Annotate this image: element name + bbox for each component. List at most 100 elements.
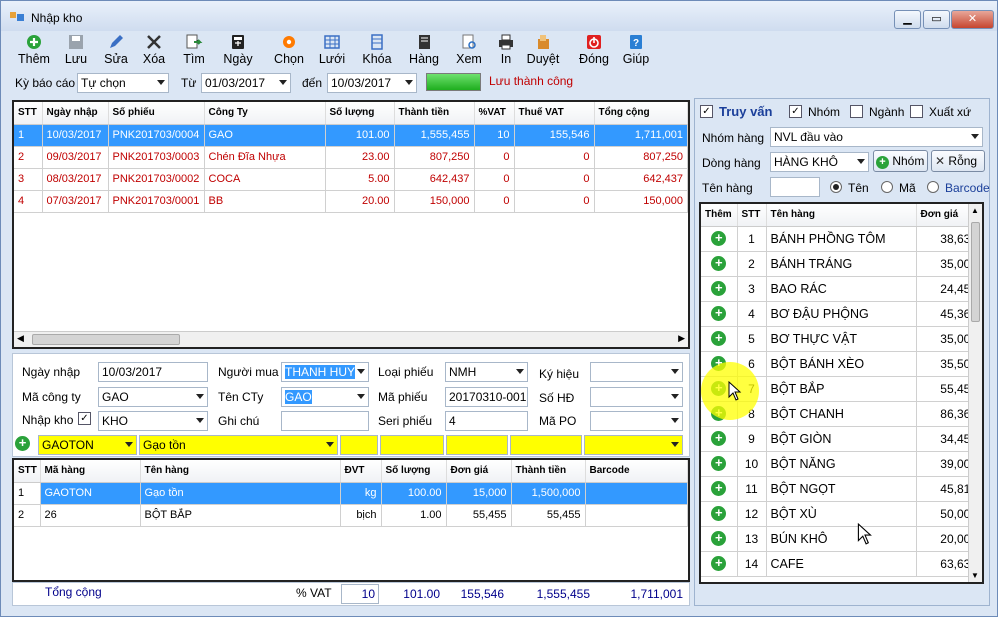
entry-ma-hang-select[interactable]: GAOTON (38, 435, 137, 455)
search-by-barcode-radio[interactable] (927, 181, 939, 193)
scroll-thumb[interactable] (32, 334, 180, 345)
product-add-cell[interactable]: + (701, 276, 738, 302)
entry-dvt-field[interactable] (340, 435, 378, 455)
product-row[interactable]: +5 BƠ THỰC VẬT 35,000 (701, 326, 982, 352)
entry-ten-hang-select[interactable]: Gạo tồn (139, 435, 338, 455)
product-add-cell[interactable]: + (701, 526, 738, 552)
receipts-row[interactable]: 2 09/03/2017 PNK201703/0003 Chén Đĩa Nhựa 23… (14, 146, 688, 169)
product-add-cell[interactable]: + (701, 251, 738, 277)
ngay-button[interactable]: Ngày (218, 34, 258, 68)
receipts-col-header[interactable]: STT (14, 102, 43, 125)
product-add-cell[interactable]: + (701, 426, 738, 452)
duyet-button[interactable]: Duyệt (521, 34, 565, 68)
search-by-tên-radio[interactable] (830, 181, 842, 193)
products-col-header[interactable]: Tên hàng (766, 204, 917, 227)
dong-hang-select[interactable]: HÀNG KHÔ (770, 152, 869, 172)
vat-field[interactable]: 10 (341, 584, 379, 604)
xem-button[interactable]: Xem (449, 34, 489, 68)
maximize-button[interactable]: ▭ (923, 10, 950, 29)
receipts-col-header[interactable]: %VAT (474, 102, 515, 125)
nhom-button[interactable]: + Nhóm (873, 150, 928, 172)
den-date-picker[interactable]: 10/03/2017 (327, 73, 417, 93)
details-col-header[interactable]: Số lượng (381, 460, 447, 483)
close-button[interactable]: ✕ (951, 10, 994, 29)
receipts-col-header[interactable]: Tổng cộng (594, 102, 688, 125)
receipts-col-header[interactable]: Công Ty (204, 102, 326, 125)
nguoi-mua-select[interactable]: THANH HUY (281, 362, 369, 382)
luu-button[interactable]: Lưu (58, 34, 94, 68)
details-col-header[interactable]: Mã hàng (40, 460, 141, 483)
receipts-row[interactable]: 3 08/03/2017 PNK201703/0002 COCA 5.00 642,437… (14, 168, 688, 191)
ma-cong-ty-select[interactable]: GAO (98, 387, 208, 407)
them-button[interactable]: Thêm (16, 34, 52, 68)
ten-hang-search-field[interactable] (770, 177, 820, 197)
receipts-col-header[interactable]: Thành tiền (394, 102, 475, 125)
entry-barcode-select[interactable] (584, 435, 683, 455)
product-row[interactable]: +14 CAFE 63,636 (701, 551, 982, 577)
product-add-cell[interactable]: + (701, 551, 738, 577)
hang-button[interactable]: Hàng (401, 34, 447, 68)
ma-phieu-field[interactable]: 20170310-001 (445, 387, 528, 407)
ngay-nhap-field[interactable]: 10/03/2017 (98, 362, 208, 382)
nhom-checkbox[interactable]: ✓ (789, 105, 802, 118)
product-add-cell[interactable]: + (701, 451, 738, 477)
products-col-header[interactable]: Thêm (701, 204, 738, 227)
dong-button[interactable]: Đóng (574, 34, 614, 68)
receipts-grid[interactable]: STT Ngày nhập Số phiếu Công Ty Số lượng Thành… (12, 100, 690, 349)
details-row[interactable]: 1 GAOTON Gạo tồn kg 100.00 15,000 1,500,000 (14, 482, 688, 505)
receipts-row[interactable]: 1 10/03/2017 PNK201703/0004 GAO 101.00 1,555,… (14, 124, 688, 147)
products-col-header[interactable]: STT (737, 204, 767, 227)
seri-phieu-field[interactable]: 4 (445, 411, 528, 431)
product-row[interactable]: +10 BỘT NĂNG 39,000 (701, 451, 982, 477)
scroll-thumb[interactable] (971, 222, 980, 322)
sua-button[interactable]: Sửa (98, 34, 134, 68)
giup-button[interactable]: ? Giúp (616, 34, 656, 68)
details-grid[interactable]: STT Mã hàng Tên hàng ĐVT Số lượng Đơn giá Thàn… (12, 458, 690, 582)
ma-po-select[interactable] (590, 411, 683, 431)
product-row[interactable]: +3 BAO RÁC 24,455 (701, 276, 982, 302)
receipts-horizontal-scrollbar[interactable]: ◀ ▶ (14, 331, 688, 347)
product-row[interactable]: +11 BỘT NGỌT 45,818 (701, 476, 982, 502)
loai-phieu-select[interactable]: NMH (445, 362, 528, 382)
receipts-col-header[interactable]: Số phiếu (108, 102, 205, 125)
product-add-cell[interactable]: + (701, 301, 738, 327)
product-add-cell[interactable]: + (701, 326, 738, 352)
ten-cty-select[interactable]: GAO (281, 387, 369, 407)
luoi-button[interactable]: Lưới (311, 34, 353, 68)
product-add-cell[interactable]: + (701, 226, 738, 252)
ghi-chu-field[interactable] (281, 411, 369, 431)
truy-van-checkbox[interactable]: ✓ (700, 105, 713, 118)
product-add-cell[interactable]: + (701, 501, 738, 527)
xoa-button[interactable]: Xóa (136, 34, 172, 68)
tu-date-picker[interactable]: 01/03/2017 (201, 73, 291, 93)
so-hd-select[interactable] (590, 387, 683, 407)
add-line-button[interactable]: + (15, 436, 30, 451)
minimize-button[interactable]: ▁ (894, 10, 921, 29)
product-row[interactable]: +2 BÁNH TRÁNG 35,000 (701, 251, 982, 277)
receipts-col-header[interactable]: Ngày nhập (42, 102, 109, 125)
chon-button[interactable]: Chọn (268, 34, 310, 68)
entry-thanh-tien-field[interactable] (510, 435, 582, 455)
product-row[interactable]: +9 BỘT GIÒN 34,455 (701, 426, 982, 452)
receipts-col-header[interactable]: Thuế VAT (514, 102, 595, 125)
in-button[interactable]: In (493, 34, 519, 68)
details-col-header[interactable]: Đơn giá (446, 460, 512, 483)
tim-button[interactable]: Tìm (176, 34, 212, 68)
product-row[interactable]: +4 BƠ ĐẬU PHỘNG 45,364 (701, 301, 982, 327)
xuat-xu-checkbox[interactable] (910, 105, 923, 118)
entry-don-gia-field[interactable] (446, 435, 508, 455)
product-row[interactable]: +13 BÚN KHÔ 20,000 (701, 526, 982, 552)
products-vertical-scrollbar[interactable]: ▲ ▼ (968, 204, 982, 582)
product-row[interactable]: +1 BÁNH PHỒNG TÔM 38,636 (701, 226, 982, 252)
ky-hieu-select[interactable] (590, 362, 683, 382)
receipts-row[interactable]: 4 07/03/2017 PNK201703/0001 BB 20.00 150,000 0… (14, 190, 688, 213)
details-row[interactable]: 2 26 BỘT BẮP bịch 1.00 55,455 55,455 (14, 504, 688, 527)
search-by-mã-radio[interactable] (881, 181, 893, 193)
ky-bao-cao-select[interactable]: Tự chọn (77, 73, 169, 93)
details-col-header[interactable]: Thành tiền (511, 460, 586, 483)
product-row[interactable]: +12 BỘT XÙ 50,000 (701, 501, 982, 527)
nhap-kho-checkbox[interactable]: ✓ (78, 412, 91, 425)
product-add-cell[interactable]: + (701, 476, 738, 502)
nganh-checkbox[interactable] (850, 105, 863, 118)
details-col-header[interactable]: Barcode (585, 460, 688, 483)
